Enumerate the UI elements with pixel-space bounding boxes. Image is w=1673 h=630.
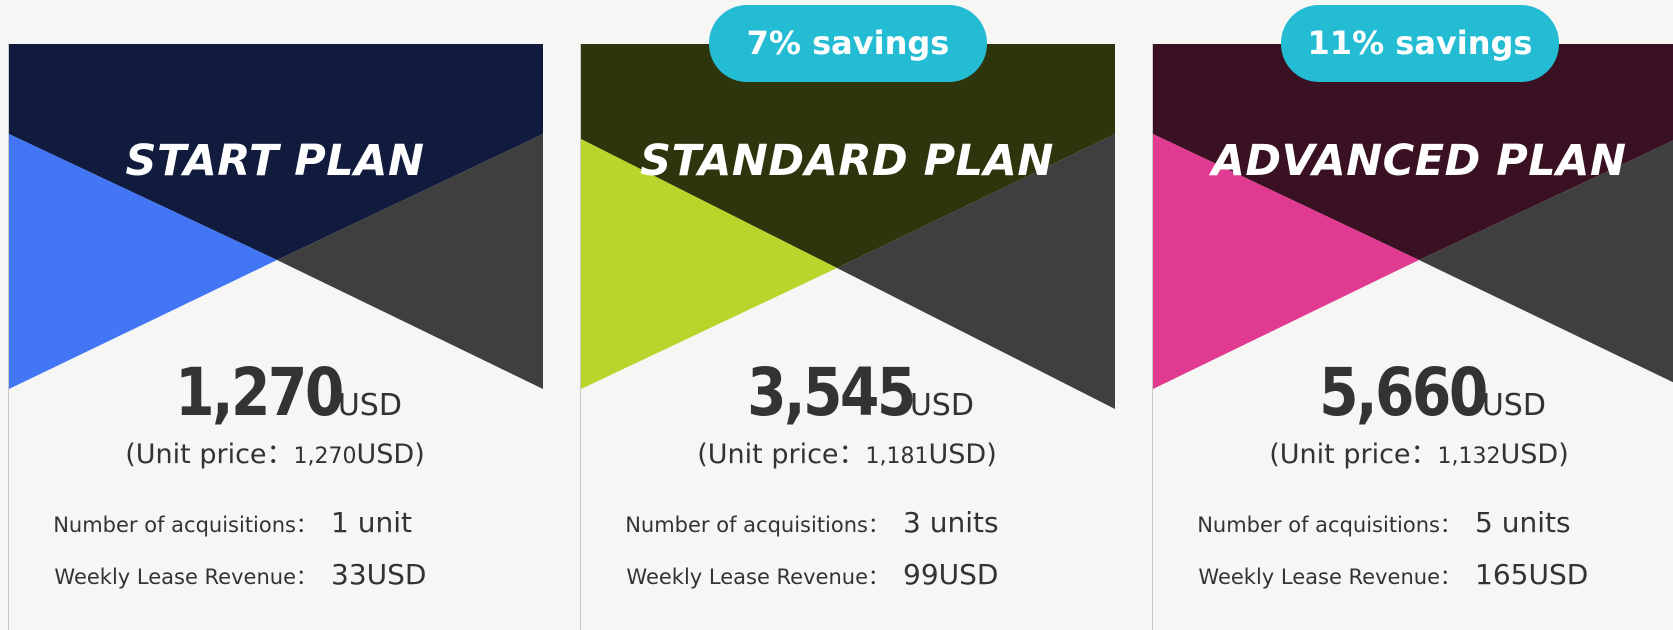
plan-card-standard[interactable]: STANDARD PLAN 3,545USD (Unit price：1,181… xyxy=(580,44,1115,630)
unit-price-suffix: USD) xyxy=(356,439,425,470)
price-currency: USD xyxy=(337,388,402,423)
unit-price-prefix: (Unit price： xyxy=(1269,439,1438,470)
unit-price: (Unit price：1,181USD) xyxy=(581,432,1113,471)
acquisitions-label: Number of acquisitions： xyxy=(625,513,889,537)
acquisitions-row: Number of acquisitions： 3 units xyxy=(581,506,1113,558)
unit-price-prefix: (Unit price： xyxy=(697,439,866,470)
revenue-value: 33USD xyxy=(331,558,427,591)
revenue-label: Weekly Lease Revenue： xyxy=(54,565,317,589)
price-amount: 3,545 xyxy=(747,354,916,431)
acquisitions-value: 3 units xyxy=(903,506,999,539)
acquisitions-row: Number of acquisitions： 5 units xyxy=(1153,506,1673,558)
plan-price: 3,545USD xyxy=(581,354,1113,431)
revenue-value: 165USD xyxy=(1475,558,1589,591)
plan-details: Number of acquisitions： 3 units Weekly L… xyxy=(581,506,1113,610)
revenue-value: 99USD xyxy=(903,558,999,591)
plan-card-start[interactable]: START PLAN 1,270USD (Unit price：1,270USD… xyxy=(8,44,543,630)
acquisitions-value: 5 units xyxy=(1475,506,1571,539)
unit-price-value: 1,132 xyxy=(1437,444,1501,469)
revenue-label: Weekly Lease Revenue： xyxy=(1198,565,1461,589)
plan-title: ADVANCED PLAN xyxy=(1211,136,1627,186)
unit-price-value: 1,181 xyxy=(865,444,929,469)
revenue-row: Weekly Lease Revenue： 99USD xyxy=(581,558,1113,610)
plan-details: Number of acquisitions： 1 unit Weekly Le… xyxy=(9,506,541,610)
acquisitions-row: Number of acquisitions： 1 unit xyxy=(9,506,541,558)
unit-price-suffix: USD) xyxy=(928,439,997,470)
price-currency: USD xyxy=(1481,388,1546,423)
revenue-row: Weekly Lease Revenue： 165USD xyxy=(1153,558,1673,610)
savings-badge-standard: 7% savings xyxy=(709,5,987,82)
price-currency: USD xyxy=(909,388,974,423)
plan-price: 1,270USD xyxy=(9,354,541,431)
price-amount: 5,660 xyxy=(1319,354,1488,431)
plan-price: 5,660USD xyxy=(1153,354,1673,431)
acquisitions-label: Number of acquisitions： xyxy=(53,513,317,537)
acquisitions-label: Number of acquisitions： xyxy=(1197,513,1461,537)
unit-price-prefix: (Unit price： xyxy=(125,439,294,470)
price-amount: 1,270 xyxy=(175,354,344,431)
unit-price-value: 1,270 xyxy=(293,444,357,469)
pricing-plans: START PLAN 1,270USD (Unit price：1,270USD… xyxy=(0,0,1673,630)
unit-price: (Unit price：1,270USD) xyxy=(9,432,541,471)
plan-card-advanced[interactable]: ADVANCED PLAN 5,660USD (Unit price：1,132… xyxy=(1152,44,1673,630)
plan-details: Number of acquisitions： 5 units Weekly L… xyxy=(1153,506,1673,610)
revenue-label: Weekly Lease Revenue： xyxy=(626,565,889,589)
revenue-row: Weekly Lease Revenue： 33USD xyxy=(9,558,541,610)
unit-price: (Unit price：1,132USD) xyxy=(1153,432,1673,471)
savings-badge-advanced: 11% savings xyxy=(1281,5,1559,82)
unit-price-suffix: USD) xyxy=(1500,439,1569,470)
acquisitions-value: 1 unit xyxy=(331,506,412,539)
plan-title: STANDARD PLAN xyxy=(640,136,1054,186)
plan-title: START PLAN xyxy=(125,136,425,186)
